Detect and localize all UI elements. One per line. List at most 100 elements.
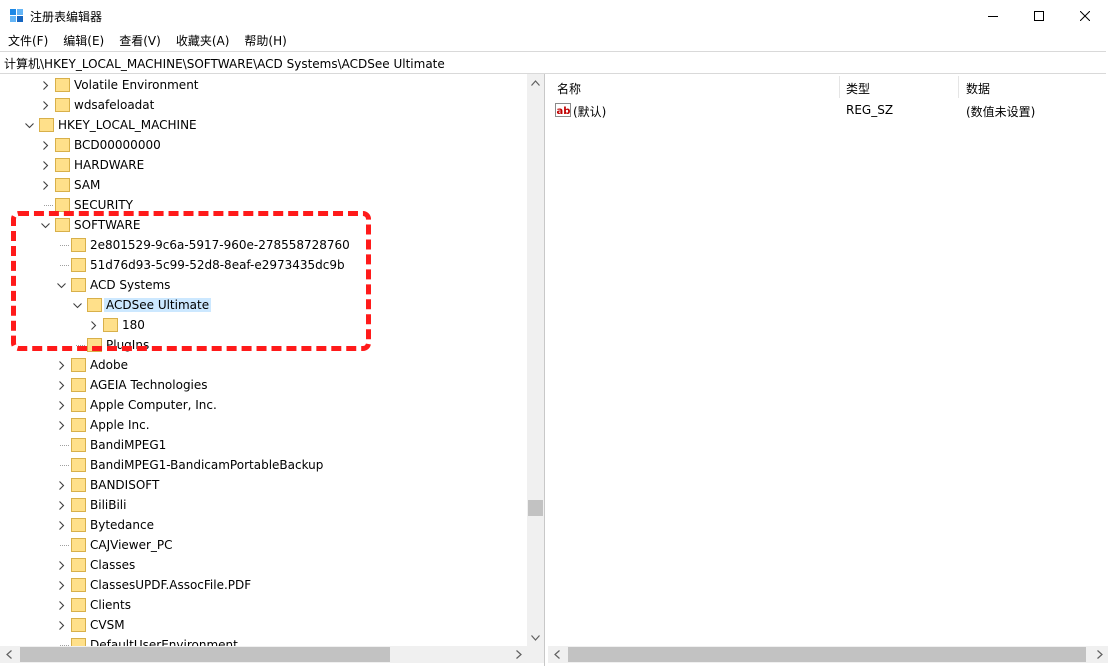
collapse-toggle[interactable]	[24, 119, 34, 131]
chevron-right-icon	[42, 160, 48, 170]
expand-toggle[interactable]	[56, 479, 66, 491]
tree-item[interactable]: DefaultUserEnvironment	[0, 635, 527, 646]
maximize-icon	[1034, 10, 1044, 21]
column-divider[interactable]	[958, 76, 959, 98]
tree-item[interactable]: BandiMPEG1-BandicamPortableBackup	[0, 455, 527, 475]
tree-item[interactable]: HKEY_LOCAL_MACHINE	[0, 115, 527, 135]
chevron-right-icon	[42, 180, 48, 190]
expand-toggle[interactable]	[40, 159, 50, 171]
tree-item[interactable]: ClassesUPDF.AssocFile.PDF	[0, 575, 527, 595]
folder-icon	[55, 98, 70, 112]
tree-item[interactable]: Bytedance	[0, 515, 527, 535]
tree-item[interactable]: Clients	[0, 595, 527, 615]
column-name[interactable]: 名称	[557, 80, 581, 97]
tree-item[interactable]: wdsafeloadat	[0, 95, 527, 115]
menu-view[interactable]: 查看(V)	[111, 31, 168, 51]
tree-item[interactable]: 51d76d93-5c99-52d8-8eaf-e2973435dc9b	[0, 255, 527, 275]
expand-toggle[interactable]	[40, 179, 50, 191]
folder-icon	[71, 258, 86, 272]
tree-horizontal-scrollbar[interactable]	[0, 646, 527, 663]
tree-item[interactable]: Apple Inc.	[0, 415, 527, 435]
tree-horizontal-scroll-thumb[interactable]	[20, 647, 390, 662]
folder-icon	[71, 558, 86, 572]
expand-toggle[interactable]	[56, 579, 66, 591]
minimize-button[interactable]	[970, 0, 1016, 31]
tree-item[interactable]: SOFTWARE	[0, 215, 527, 235]
scroll-left-button[interactable]	[0, 646, 17, 663]
folder-icon	[55, 78, 70, 92]
expand-toggle[interactable]	[56, 499, 66, 511]
tree-item[interactable]: BiliBili	[0, 495, 527, 515]
folder-icon	[71, 498, 86, 512]
tree-item[interactable]: Volatile Environment	[0, 75, 527, 95]
expand-toggle[interactable]	[40, 79, 50, 91]
expand-toggle[interactable]	[56, 399, 66, 411]
chevron-right-icon	[58, 520, 64, 530]
scroll-right-button[interactable]	[510, 646, 527, 663]
expand-toggle[interactable]	[56, 559, 66, 571]
scroll-up-button[interactable]	[527, 74, 544, 91]
tree-vertical-scrollbar[interactable]	[527, 74, 544, 646]
tree-item[interactable]: HARDWARE	[0, 155, 527, 175]
tree-item[interactable]: SECURITY	[0, 195, 527, 215]
scroll-left-button[interactable]	[548, 646, 565, 663]
expand-toggle[interactable]	[40, 139, 50, 151]
collapse-toggle[interactable]	[56, 279, 66, 291]
values-horizontal-scroll-thumb[interactable]	[568, 647, 1086, 662]
tree-item[interactable]: ACDSee Ultimate	[0, 295, 527, 315]
tree-item[interactable]: CAJViewer_PC	[0, 535, 527, 555]
tree-item-label: 180	[122, 318, 145, 332]
expand-toggle[interactable]	[56, 599, 66, 611]
tree-item[interactable]: BandiMPEG1	[0, 435, 527, 455]
tree-item[interactable]: ACD Systems	[0, 275, 527, 295]
menu-edit[interactable]: 编辑(E)	[55, 31, 111, 51]
tree-item[interactable]: Apple Computer, Inc.	[0, 395, 527, 415]
column-data[interactable]: 数据	[966, 80, 990, 97]
tree-item[interactable]: 180	[0, 315, 527, 335]
folder-icon	[87, 338, 102, 352]
folder-icon	[55, 158, 70, 172]
tree-connector-line	[60, 465, 69, 466]
column-type[interactable]: 类型	[846, 80, 870, 97]
address-path[interactable]: 计算机\HKEY_LOCAL_MACHINE\SOFTWARE\ACD Syst…	[4, 55, 445, 72]
close-button[interactable]	[1062, 0, 1108, 31]
tree-vertical-scroll-thumb[interactable]	[528, 500, 543, 516]
expand-toggle[interactable]	[88, 319, 98, 331]
expand-toggle[interactable]	[40, 99, 50, 111]
chevron-right-icon	[58, 480, 64, 490]
tree-item[interactable]: Adobe	[0, 355, 527, 375]
expand-toggle[interactable]	[56, 419, 66, 431]
tree-connector-line	[76, 345, 85, 346]
tree-item-label: Adobe	[90, 358, 128, 372]
collapse-toggle[interactable]	[40, 219, 50, 231]
tree-item[interactable]: Classes	[0, 555, 527, 575]
tree-item[interactable]: 2e801529-9c6a-5917-960e-278558728760	[0, 235, 527, 255]
value-row[interactable]: ab (默认) REG_SZ (数值未设置)	[548, 100, 1108, 120]
tree-item-label: DefaultUserEnvironment	[90, 638, 238, 646]
tree-item[interactable]: CVSM	[0, 615, 527, 635]
expand-toggle[interactable]	[56, 519, 66, 531]
menu-file[interactable]: 文件(F)	[0, 31, 55, 51]
expand-toggle[interactable]	[56, 359, 66, 371]
tree-item[interactable]: AGEIA Technologies	[0, 375, 527, 395]
tree-item[interactable]: BANDISOFT	[0, 475, 527, 495]
address-bar[interactable]: 计算机\HKEY_LOCAL_MACHINE\SOFTWARE\ACD Syst…	[0, 51, 1106, 74]
maximize-button[interactable]	[1016, 0, 1062, 31]
menu-help[interactable]: 帮助(H)	[236, 31, 293, 51]
scroll-down-button[interactable]	[527, 629, 544, 646]
registry-tree: Volatile Environment wdsafeloadat HKEY_LOC…	[0, 74, 527, 646]
column-divider[interactable]	[839, 76, 840, 98]
tree-item[interactable]: PlugIns	[0, 335, 527, 355]
menu-favorites[interactable]: 收藏夹(A)	[168, 31, 237, 51]
values-horizontal-scrollbar[interactable]	[548, 646, 1108, 663]
collapse-toggle[interactable]	[72, 299, 82, 311]
tree-item[interactable]: BCD00000000	[0, 135, 527, 155]
expand-toggle[interactable]	[56, 619, 66, 631]
chevron-down-icon	[56, 282, 66, 288]
tree-item[interactable]: SAM	[0, 175, 527, 195]
scroll-right-button[interactable]	[1091, 646, 1108, 663]
tree-item-label: Classes	[90, 558, 136, 572]
chevron-left-icon	[5, 650, 12, 659]
expand-toggle[interactable]	[56, 379, 66, 391]
value-type: REG_SZ	[846, 103, 894, 117]
